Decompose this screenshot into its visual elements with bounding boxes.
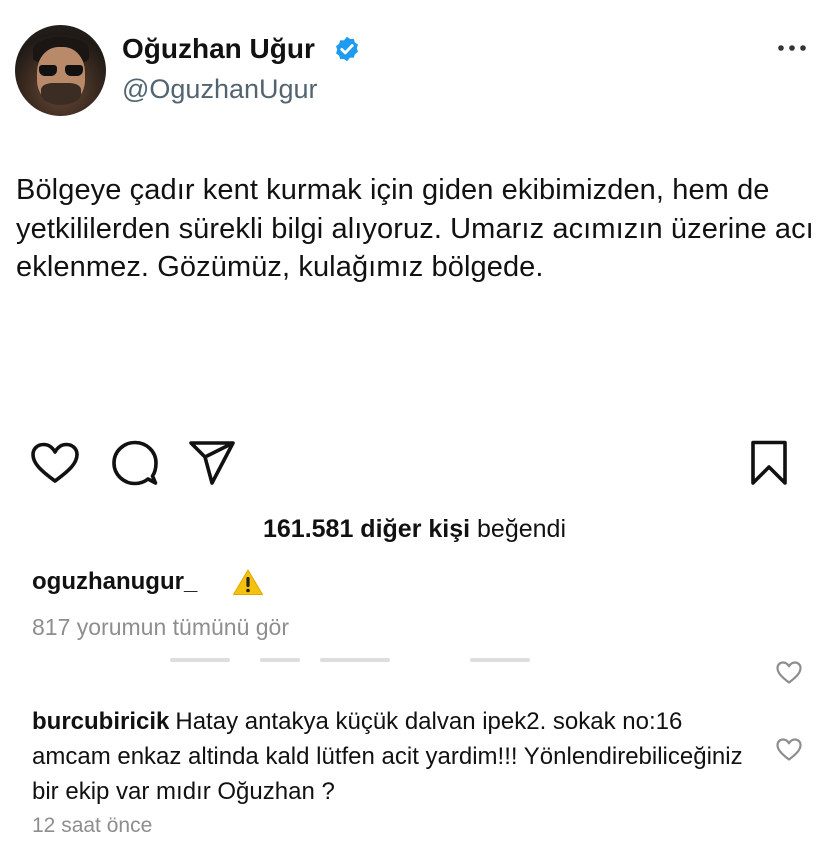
tweet-text: Bölgeye çadır kent kurmak için giden eki… xyxy=(16,174,814,283)
comment-timestamp: 12 saat önce xyxy=(32,814,153,837)
caption-username[interactable]: oguzhanugur_ xyxy=(32,567,197,597)
post-card: Oğuzhan Uğur @OguzhanUgur Bölgeye çadır … xyxy=(0,0,829,846)
faded-comment-row xyxy=(170,655,550,665)
profile-avatar[interactable] xyxy=(15,25,106,116)
likes-suffix: beğendi xyxy=(477,515,567,543)
verified-badge-icon xyxy=(336,36,358,62)
likes-count-number[interactable]: 161.581 diğer kişi xyxy=(263,515,470,543)
comment-username[interactable]: burcubiricik xyxy=(32,708,169,735)
comment-like-heart-icon[interactable] xyxy=(776,738,802,762)
bookmark-icon[interactable] xyxy=(750,440,788,486)
heart-icon[interactable] xyxy=(30,442,80,484)
view-all-comments-link[interactable]: 817 yorumun tümünü gör xyxy=(32,612,289,642)
comment-like-heart-icon[interactable] xyxy=(776,661,802,685)
paper-plane-icon[interactable] xyxy=(188,440,236,486)
comment-item: burcubiricik Hatay antakya küçük dalvan i… xyxy=(32,704,752,809)
more-dots-icon[interactable] xyxy=(776,38,808,58)
user-handle[interactable]: @OguzhanUgur xyxy=(122,73,318,105)
display-name[interactable]: Oğuzhan Uğur xyxy=(122,32,315,66)
comment-bubble-icon[interactable] xyxy=(112,440,158,486)
warning-sign-icon xyxy=(233,569,263,595)
likes-count[interactable]: 161.581 diğer kişi beğendi xyxy=(0,513,829,545)
